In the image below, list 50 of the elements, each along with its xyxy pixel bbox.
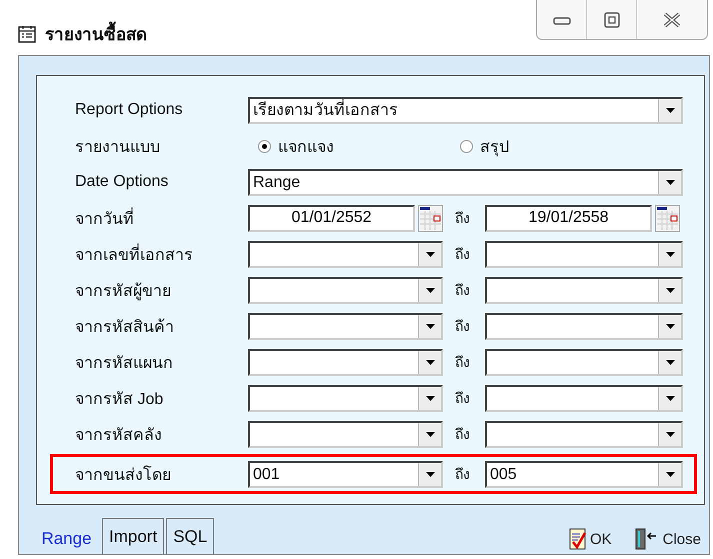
date-field[interactable]: 19/01/2558 <box>485 204 652 232</box>
dropdown-field[interactable]: 001 <box>248 460 443 488</box>
close-button[interactable]: Close <box>634 528 701 550</box>
field-label: Report Options <box>75 101 184 119</box>
calendar-icon[interactable] <box>418 204 443 232</box>
to-label: ถึง <box>454 425 471 444</box>
date-field[interactable]: 01/01/2552 <box>248 204 415 232</box>
dropdown-field[interactable]: 005 <box>485 460 683 488</box>
dropdown-field[interactable] <box>248 384 443 412</box>
field-label: จากรหัสแผนก <box>75 354 174 374</box>
dropdown-field[interactable] <box>248 348 443 376</box>
form-icon <box>18 24 36 42</box>
window-title: รายงานซื้อสด <box>45 20 147 47</box>
dropdown-field[interactable] <box>485 312 683 340</box>
field-label: จากรหัส Job <box>75 390 164 410</box>
field-label: จากรหัสผู้ขาย <box>75 282 172 302</box>
maximize-icon <box>604 12 620 28</box>
to-label: ถึง <box>454 389 471 408</box>
dropdown-field[interactable] <box>248 276 443 304</box>
to-label: ถึง <box>454 245 471 264</box>
dropdown-field[interactable] <box>248 312 443 340</box>
radio-button[interactable]: แจกแจง <box>248 134 443 158</box>
field-label: รายงานแบบ <box>75 138 161 158</box>
to-label: ถึง <box>454 317 471 336</box>
close-icon <box>663 12 681 28</box>
to-label: ถึง <box>454 465 471 484</box>
field-label: จากขนส่งโดย <box>75 464 172 486</box>
dropdown-field[interactable] <box>485 420 683 448</box>
to-label: ถึง <box>454 353 471 372</box>
checked-document-icon <box>568 528 587 550</box>
field-label: จากรหัสคลัง <box>75 426 163 446</box>
dropdown-field[interactable] <box>485 240 683 268</box>
field-label: จากเลขที่เอกสาร <box>75 242 248 266</box>
minimize-icon <box>552 14 570 24</box>
dropdown-field[interactable] <box>485 348 683 376</box>
to-label: ถึง <box>454 281 471 300</box>
dropdown-field[interactable]: Range <box>248 168 683 196</box>
tab[interactable]: SQL <box>166 518 214 554</box>
dropdown-field[interactable] <box>485 384 683 412</box>
ok-button[interactable]: OK <box>568 528 612 550</box>
field-label: Date Options <box>75 173 170 191</box>
to-label: ถึง <box>454 209 471 228</box>
calendar-icon[interactable] <box>655 204 680 232</box>
field-label: จากวันที่ <box>75 206 248 230</box>
dropdown-field[interactable] <box>248 420 443 448</box>
field-label: จากรหัสสินค้า <box>75 318 175 338</box>
radio-button[interactable]: สรุป <box>460 134 683 158</box>
tab[interactable]: Import <box>102 518 164 554</box>
dropdown-field[interactable] <box>248 240 443 268</box>
dropdown-field[interactable] <box>485 276 683 304</box>
